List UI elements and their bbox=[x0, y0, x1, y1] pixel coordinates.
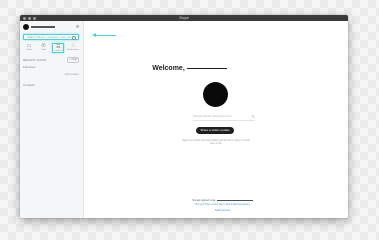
account-name-redacted bbox=[217, 199, 254, 201]
profile-avatar[interactable] bbox=[23, 24, 29, 30]
welcome-text: Welcome, bbox=[152, 65, 185, 72]
profile-header[interactable] bbox=[23, 24, 55, 30]
pencil-icon[interactable]: ✎ bbox=[252, 114, 255, 119]
tab-contacts[interactable]: ☰ Contacts bbox=[52, 43, 65, 53]
new-chat-button[interactable]: + Chat bbox=[67, 57, 79, 63]
search-input[interactable]: Search Skype, contacts, and more bbox=[23, 34, 79, 40]
recent-chats-label: RECENT CHATS bbox=[23, 58, 47, 62]
signed-in-line: You are signed in as bbox=[160, 199, 285, 202]
tab-chats-label: Chats bbox=[26, 49, 32, 51]
welcome-name-redacted bbox=[186, 67, 227, 69]
not-you-link[interactable]: Not you? Sign out and sign in with a dif… bbox=[160, 204, 285, 206]
callout-arrow bbox=[92, 33, 116, 37]
tab-calls[interactable]: ✆ Calls bbox=[38, 43, 50, 53]
search-icon bbox=[72, 36, 76, 40]
contacts-label: Contacts bbox=[23, 83, 35, 87]
tab-contacts-label: Contacts bbox=[53, 50, 63, 52]
welcome-heading: Welcome, bbox=[0, 65, 379, 72]
mood-message-input[interactable]: Tell your friends what you're up to ✎ bbox=[193, 114, 255, 121]
search-placeholder: Search Skype, contacts, and more bbox=[27, 35, 73, 39]
sidebar-nav: ▭ Chats ✆ Calls ☰ Contacts ♢ Notificatio… bbox=[23, 43, 79, 53]
share-status-button[interactable]: Share a status update bbox=[196, 127, 234, 134]
profile-picture[interactable] bbox=[203, 82, 228, 107]
sidebar: Search Skype, contacts, and more ▭ Chats… bbox=[20, 21, 84, 218]
tab-notifications-label: Notifications bbox=[67, 49, 79, 51]
tab-notifications[interactable]: ♢ Notifications bbox=[67, 43, 79, 53]
mood-placeholder: Tell your friends what you're up to bbox=[193, 115, 232, 118]
tab-chats[interactable]: ▭ Chats bbox=[23, 43, 35, 53]
signed-in-text: You are signed in as bbox=[191, 199, 216, 202]
arrow-line bbox=[96, 34, 116, 36]
more-options-icon[interactable] bbox=[76, 25, 79, 28]
switch-account-link[interactable]: Switch account bbox=[160, 210, 285, 212]
tab-calls-label: Calls bbox=[41, 49, 47, 51]
profile-name-redacted bbox=[31, 26, 55, 28]
share-caption: Share your profile and start chatting wi… bbox=[182, 140, 250, 145]
app-window: Skype Search Skype, contacts, and more ▭… bbox=[20, 15, 348, 218]
add-favorites-link[interactable]: Add favorites bbox=[64, 73, 79, 76]
